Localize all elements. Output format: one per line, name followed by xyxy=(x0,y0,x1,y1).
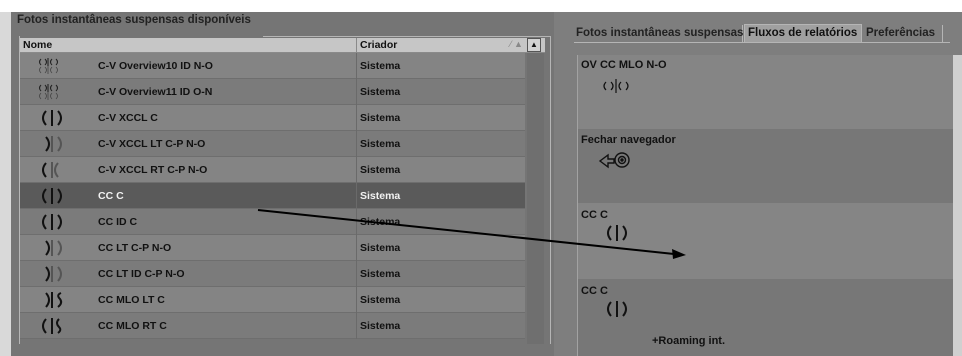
column-divider xyxy=(356,131,357,157)
column-divider xyxy=(356,157,357,183)
row-name: CC MLO LT C xyxy=(98,294,165,306)
flow-step-item[interactable]: OV CC MLO N-O xyxy=(578,55,954,129)
row-creator: Sistema xyxy=(360,320,401,332)
flow-step-item[interactable]: Fechar navegador xyxy=(578,129,954,203)
row-name: CC LT ID C-P N-O xyxy=(98,268,185,280)
tab-reporting-flows[interactable]: Fluxos de relatórios xyxy=(744,24,862,42)
cc-view-icon xyxy=(42,162,59,178)
cc-view-icon xyxy=(45,136,62,152)
row-creator: Sistema xyxy=(360,138,401,150)
reporting-flow-list: OV CC MLO N-O Fechar navegador CC C CC C… xyxy=(577,55,954,356)
snapshots-table: Nome Criador ⁄ ▲ ▲ C-V Overview10 ID N-O… xyxy=(20,38,545,344)
cc-view-icon xyxy=(42,110,62,126)
cc-view-icon xyxy=(607,225,627,241)
tab-strip-border xyxy=(574,42,950,43)
row-name: C-V Overview10 ID N-O xyxy=(98,60,213,72)
table-row[interactable]: CC LT ID C-P N-O Sistema xyxy=(20,261,525,287)
row-creator: Sistema xyxy=(360,164,401,176)
table-header: Nome Criador ⁄ ▲ ▲ xyxy=(20,38,545,53)
close-navigator-icon xyxy=(598,152,630,169)
column-divider xyxy=(356,105,357,131)
flow-list-scrollbar[interactable] xyxy=(953,55,962,356)
table-row[interactable]: C-V XCCL C Sistema xyxy=(20,105,525,131)
cc-view-icon xyxy=(45,240,62,256)
table-row[interactable]: C-V XCCL RT C-P N-O Sistema xyxy=(20,157,525,183)
table-row[interactable]: CC MLO RT C Sistema xyxy=(20,313,525,339)
column-divider xyxy=(356,287,357,313)
cc-view-icon xyxy=(42,214,62,230)
sort-indicator-icon: ⁄ ▲ xyxy=(510,39,523,49)
tab-hanging-snapshots[interactable]: Fotos instantâneas suspensas xyxy=(573,25,743,42)
window-top-edge xyxy=(0,0,962,12)
column-divider xyxy=(356,209,357,235)
flow-step-title: OV CC MLO N-O xyxy=(581,59,667,71)
panel-title: Fotos instantâneas suspensas disponíveis xyxy=(17,14,251,26)
row-name: CC LT C-P N-O xyxy=(98,242,172,254)
column-header-name[interactable]: Nome xyxy=(20,38,357,52)
row-creator: Sistema xyxy=(360,242,401,254)
table-row[interactable]: C-V XCCL LT C-P N-O Sistema xyxy=(20,131,525,157)
table-row[interactable]: CC LT C-P N-O Sistema xyxy=(20,235,525,261)
row-name: C-V XCCL LT C-P N-O xyxy=(98,138,206,150)
mlo-view-icon xyxy=(45,292,63,308)
row-creator: Sistema xyxy=(360,112,401,124)
window-left-edge xyxy=(0,12,11,356)
column-header-creator[interactable]: Criador xyxy=(357,38,527,52)
cc-view-icon xyxy=(42,188,62,204)
row-name: C-V Overview11 ID O-N xyxy=(98,86,213,98)
tab-preferences[interactable]: Preferências xyxy=(863,25,943,42)
row-name: CC ID C xyxy=(98,216,138,228)
mlo-view-icon xyxy=(42,318,62,334)
column-divider xyxy=(356,183,357,209)
row-creator: Sistema xyxy=(360,294,401,306)
table-row[interactable]: CC MLO LT C Sistema xyxy=(20,287,525,313)
column-divider xyxy=(356,313,357,339)
table-row[interactable]: CC ID C Sistema xyxy=(20,209,525,235)
table-row[interactable]: C-V Overview11 ID O-N Sistema xyxy=(20,79,525,105)
flow-step-item[interactable]: CC C xyxy=(578,203,954,279)
flow-step-title: Fechar navegador xyxy=(581,134,676,146)
column-divider xyxy=(356,53,357,79)
hanging-protocol-icon xyxy=(603,79,629,93)
column-divider xyxy=(356,261,357,287)
table-scrollbar[interactable] xyxy=(527,53,544,344)
row-name: CC C xyxy=(98,190,124,202)
row-name: C-V XCCL RT C-P N-O xyxy=(98,164,208,176)
cc-view-icon xyxy=(607,301,627,317)
table-row[interactable]: C-V Overview10 ID N-O Sistema xyxy=(20,53,525,79)
row-creator: Sistema xyxy=(360,268,401,280)
row-creator: Sistema xyxy=(360,60,401,72)
row-name: CC MLO RT C xyxy=(98,320,167,332)
scroll-up-button[interactable]: ▲ xyxy=(527,38,541,52)
flow-step-item[interactable]: CC C +Roaming int. xyxy=(578,279,954,356)
cc-view-icon xyxy=(45,266,62,282)
hanging-protocol-icon xyxy=(38,58,59,74)
column-divider xyxy=(356,235,357,261)
row-creator: Sistema xyxy=(360,216,401,228)
flow-step-title: CC C xyxy=(581,209,608,221)
row-name: C-V XCCL C xyxy=(98,112,158,124)
row-creator: Sistema xyxy=(360,190,401,202)
flow-step-title: CC C xyxy=(581,285,608,297)
flow-step-option: +Roaming int. xyxy=(652,335,726,347)
row-creator: Sistema xyxy=(360,86,401,98)
table-row[interactable]: CC C Sistema xyxy=(20,183,525,209)
column-divider xyxy=(356,79,357,105)
hanging-protocol-icon xyxy=(38,84,59,100)
